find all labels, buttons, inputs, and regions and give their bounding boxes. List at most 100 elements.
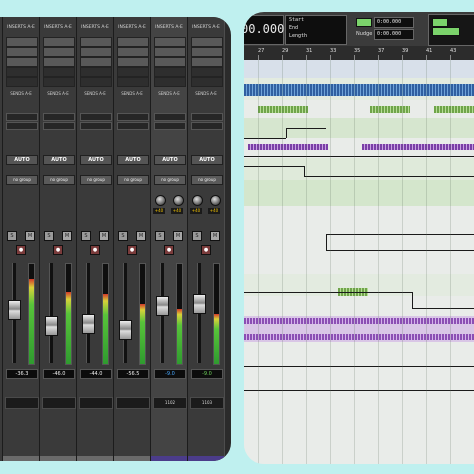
insert-slot[interactable] — [80, 77, 112, 87]
fader-track[interactable] — [49, 263, 53, 363]
pan-knob-left[interactable] — [192, 195, 203, 206]
nudge-value[interactable]: 0:00.000 — [374, 29, 414, 40]
record-button[interactable]: ● — [90, 245, 100, 255]
insert-slot[interactable] — [117, 77, 149, 87]
insert-slot[interactable] — [6, 77, 38, 87]
track-lane[interactable] — [244, 254, 474, 275]
follow-button[interactable] — [432, 27, 460, 36]
pan-knob-left[interactable] — [155, 195, 166, 206]
volume-fader[interactable] — [193, 294, 206, 315]
track-name-plate[interactable]: 1103 — [190, 397, 224, 409]
solo-button[interactable]: S — [192, 231, 202, 241]
track-name-plate[interactable] — [116, 397, 150, 409]
grid-value[interactable]: 0:00.000 — [374, 17, 414, 28]
io-selector[interactable] — [154, 122, 186, 130]
track-lane[interactable] — [244, 118, 474, 139]
fader-track[interactable] — [123, 263, 127, 363]
audio-clip-waveform[interactable] — [244, 84, 474, 96]
insert-slot[interactable] — [191, 77, 223, 87]
audio-clip-purple[interactable] — [244, 318, 474, 324]
track-lane[interactable] — [244, 158, 474, 181]
insert-slot[interactable] — [43, 67, 75, 77]
group-button[interactable]: no group — [80, 175, 112, 185]
group-button[interactable]: no group — [191, 175, 223, 185]
insert-slot[interactable] — [80, 57, 112, 67]
mute-button[interactable]: M — [136, 231, 146, 241]
insert-slot[interactable] — [6, 67, 38, 77]
track-lane[interactable] — [244, 342, 474, 369]
solo-button[interactable]: S — [7, 231, 17, 241]
track-area[interactable] — [244, 60, 474, 464]
solo-button[interactable]: S — [118, 231, 128, 241]
track-lane[interactable] — [244, 416, 474, 441]
automation-mode-button[interactable]: AUTO — [191, 155, 223, 165]
volume-fader[interactable] — [119, 320, 132, 341]
pan-knob-right[interactable] — [210, 195, 221, 206]
automation-mode-button[interactable]: AUTO — [117, 155, 149, 165]
insert-slot[interactable] — [191, 37, 223, 47]
mute-button[interactable]: M — [173, 231, 183, 241]
automation-mode-button[interactable]: AUTO — [80, 155, 112, 165]
audio-clip-purple[interactable] — [248, 144, 328, 150]
group-button[interactable]: no group — [6, 175, 38, 185]
solo-button[interactable]: S — [155, 231, 165, 241]
insert-slot[interactable] — [43, 47, 75, 57]
insert-slot[interactable] — [191, 67, 223, 77]
io-selector[interactable] — [117, 122, 149, 130]
solo-button[interactable]: S — [81, 231, 91, 241]
insert-slot[interactable] — [80, 67, 112, 77]
mute-button[interactable]: M — [99, 231, 109, 241]
group-button[interactable]: no group — [154, 175, 186, 185]
insert-slot[interactable] — [191, 47, 223, 57]
record-button[interactable]: ● — [16, 245, 26, 255]
track-lane[interactable] — [244, 60, 474, 79]
io-selector[interactable] — [43, 122, 75, 130]
volume-fader[interactable] — [82, 313, 95, 334]
link-button[interactable] — [432, 18, 448, 27]
pan-knob-right[interactable] — [173, 195, 184, 206]
insert-slot[interactable] — [6, 37, 38, 47]
grid-button[interactable] — [356, 18, 372, 27]
track-name-plate[interactable] — [79, 397, 113, 409]
io-selector[interactable] — [80, 113, 112, 121]
io-selector[interactable] — [6, 113, 38, 121]
io-selector[interactable] — [80, 122, 112, 130]
audio-clip-green[interactable] — [258, 106, 308, 113]
main-counter[interactable]: 00.000 — [244, 15, 284, 45]
automation-mode-button[interactable]: AUTO — [43, 155, 75, 165]
tempo-display[interactable] — [428, 14, 474, 46]
audio-clip-green[interactable] — [370, 106, 410, 113]
insert-slot[interactable] — [154, 57, 186, 67]
insert-slot[interactable] — [191, 57, 223, 67]
mute-button[interactable]: M — [25, 231, 35, 241]
track-name-plate[interactable] — [5, 397, 39, 409]
mute-button[interactable]: M — [62, 231, 72, 241]
insert-slot[interactable] — [80, 47, 112, 57]
insert-slot[interactable] — [154, 77, 186, 87]
track-name-plate[interactable]: 1102 — [153, 397, 187, 409]
record-button[interactable]: ● — [127, 245, 137, 255]
mute-button[interactable]: M — [210, 231, 220, 241]
io-selector[interactable] — [117, 113, 149, 121]
insert-slot[interactable] — [154, 67, 186, 77]
io-selector[interactable] — [43, 113, 75, 121]
insert-slot[interactable] — [154, 47, 186, 57]
io-selector[interactable] — [191, 113, 223, 121]
insert-slot[interactable] — [117, 67, 149, 77]
group-button[interactable]: no group — [43, 175, 75, 185]
track-lane[interactable] — [244, 296, 474, 317]
track-name-plate[interactable] — [42, 397, 76, 409]
track-lane[interactable] — [244, 180, 474, 207]
insert-slot[interactable] — [117, 57, 149, 67]
insert-slot[interactable] — [80, 37, 112, 47]
insert-slot[interactable] — [117, 37, 149, 47]
volume-fader[interactable] — [45, 316, 58, 337]
selection-counter[interactable]: Start End Length — [285, 15, 347, 45]
insert-slot[interactable] — [43, 37, 75, 47]
insert-slot[interactable] — [43, 77, 75, 87]
volume-fader[interactable] — [156, 295, 169, 316]
record-button[interactable]: ● — [201, 245, 211, 255]
track-lane[interactable] — [244, 206, 474, 231]
record-button[interactable]: ● — [53, 245, 63, 255]
group-button[interactable]: no group — [117, 175, 149, 185]
